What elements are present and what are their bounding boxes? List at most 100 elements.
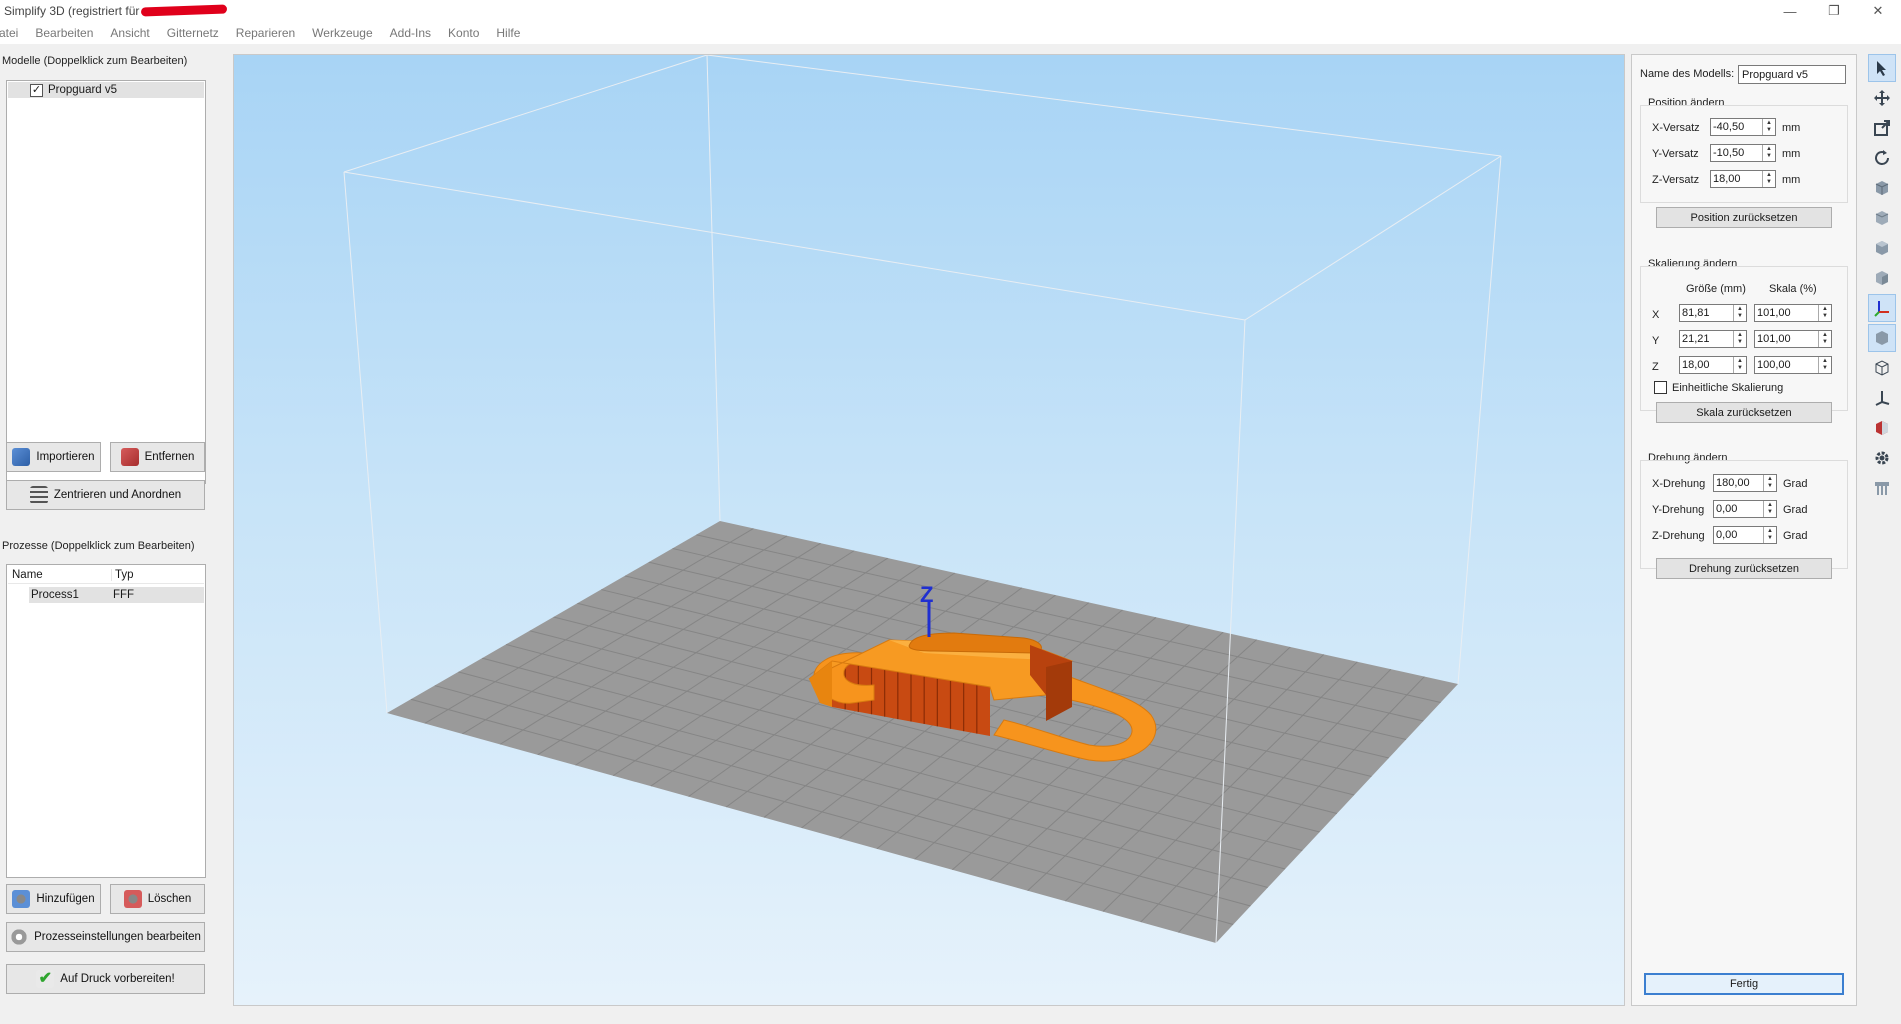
menu-file[interactable]: atei [0, 26, 18, 40]
reset-scale-button[interactable]: Skala zurücksetzen [1656, 402, 1832, 423]
view-front-icon[interactable] [1868, 204, 1896, 232]
done-button[interactable]: Fertig [1644, 973, 1844, 995]
model-visible-checkbox[interactable]: ✓ [30, 84, 43, 97]
y-rotation-spinbox[interactable]: 0,00 ▲ ▼ [1713, 500, 1777, 518]
column-header-name[interactable]: Name [12, 569, 43, 581]
spin-arrows-icon[interactable]: ▲ ▼ [1763, 501, 1776, 517]
axis-single-icon[interactable] [1868, 384, 1896, 412]
checkmark-icon: ✔ [36, 970, 55, 988]
menu-mesh[interactable]: Gitternetz [167, 26, 219, 40]
spin-arrows-icon[interactable]: ▲ ▼ [1818, 305, 1831, 321]
size-x-spinbox[interactable]: 81,81 ▲ ▼ [1679, 304, 1747, 322]
spin-arrows-icon[interactable]: ▲ ▼ [1733, 357, 1746, 373]
left-panel: Modelle (Doppelklick zum Bearbeiten) ✓ P… [0, 50, 218, 1010]
spin-arrows-icon[interactable]: ▲ ▼ [1762, 145, 1775, 161]
scale-y-label: Y [1652, 335, 1660, 347]
column-header-type[interactable]: Typ [111, 568, 134, 581]
z-rotation-value: 0,00 [1716, 529, 1738, 541]
select-tool-icon[interactable] [1868, 54, 1896, 82]
spin-arrows-icon[interactable]: ▲ ▼ [1763, 527, 1776, 543]
spin-arrows-icon[interactable]: ▲ ▼ [1762, 171, 1775, 187]
remove-button-label: Entfernen [144, 451, 195, 463]
scale-z-value: 100,00 [1757, 359, 1791, 371]
arrange-icon [29, 486, 48, 504]
3d-viewport[interactable]: Z [233, 54, 1625, 1006]
processes-group-label: Prozesse (Doppelklick zum Bearbeiten) [2, 540, 195, 552]
menu-view[interactable]: Ansicht [110, 26, 149, 40]
scale-x-label: X [1652, 309, 1660, 321]
uniform-scaling-label: Einheitliche Skalierung [1672, 382, 1784, 394]
y-offset-value: -10,50 [1713, 147, 1745, 159]
menu-help[interactable]: Hilfe [496, 26, 520, 40]
minimize-button[interactable]: — [1768, 0, 1812, 22]
spin-arrows-icon[interactable]: ▲ ▼ [1763, 475, 1776, 491]
spin-arrows-icon[interactable]: ▲ ▼ [1818, 331, 1831, 347]
x-rotation-unit: Grad [1783, 478, 1808, 490]
move-tool-icon[interactable] [1868, 84, 1896, 112]
spin-arrows-icon[interactable]: ▲ ▼ [1762, 119, 1775, 135]
z-rotation-spinbox[interactable]: 0,00 ▲ ▼ [1713, 526, 1777, 544]
delete-process-button[interactable]: Löschen [110, 884, 205, 914]
spin-arrows-icon[interactable]: ▲ ▼ [1818, 357, 1831, 373]
rotate-tool-icon[interactable] [1868, 144, 1896, 172]
models-list[interactable]: ✓ Propguard v5 [6, 80, 206, 484]
y-offset-label: Y-Versatz [1652, 148, 1699, 160]
z-offset-label: Z-Versatz [1652, 174, 1700, 186]
edit-process-settings-button[interactable]: Prozesseinstellungen bearbeiten [6, 922, 205, 952]
edit-process-settings-label: Prozesseinstellungen bearbeiten [34, 931, 201, 943]
view-iso-icon[interactable] [1868, 174, 1896, 202]
center-arrange-button[interactable]: Zentrieren und Anordnen [6, 480, 205, 510]
view-side-icon[interactable] [1868, 264, 1896, 292]
axes-toggle-icon[interactable] [1868, 294, 1896, 322]
scale-x-spinbox[interactable]: 101,00 ▲ ▼ [1754, 304, 1832, 322]
y-offset-spinbox[interactable]: -10,50 ▲ ▼ [1710, 144, 1776, 162]
y-rotation-value: 0,00 [1716, 503, 1738, 515]
models-group-label: Modelle (Doppelklick zum Bearbeiten) [2, 55, 188, 67]
scale-y-spinbox[interactable]: 101,00 ▲ ▼ [1754, 330, 1832, 348]
x-offset-unit: mm [1782, 122, 1801, 134]
maximize-button[interactable]: ❐ [1812, 0, 1856, 22]
close-button[interactable]: ✕ [1856, 0, 1900, 22]
scale-z-spinbox[interactable]: 100,00 ▲ ▼ [1754, 356, 1832, 374]
remove-button[interactable]: Entfernen [110, 442, 205, 472]
view-top-icon[interactable] [1868, 234, 1896, 262]
model-name-field[interactable]: Propguard v5 [1738, 65, 1846, 84]
gears-icon [10, 928, 29, 946]
size-z-spinbox[interactable]: 18,00 ▲ ▼ [1679, 356, 1747, 374]
menu-account[interactable]: Konto [448, 26, 479, 40]
window-title: Simplify 3D (registriert für [4, 4, 140, 18]
x-offset-spinbox[interactable]: -40,50 ▲ ▼ [1710, 118, 1776, 136]
z-offset-value: 18,00 [1713, 173, 1741, 185]
add-process-label: Hinzufügen [36, 893, 95, 905]
list-item[interactable]: ✓ Propguard v5 [8, 82, 204, 98]
reset-rotation-button[interactable]: Drehung zurücksetzen [1656, 558, 1832, 579]
cross-section-icon[interactable] [1868, 414, 1896, 442]
z-offset-spinbox[interactable]: 18,00 ▲ ▼ [1710, 170, 1776, 188]
table-row[interactable]: Process1 FFF [29, 587, 204, 603]
menu-edit[interactable]: Bearbeiten [35, 26, 93, 40]
import-icon [12, 448, 31, 466]
reset-position-button[interactable]: Position zurücksetzen [1656, 207, 1832, 228]
menu-repair[interactable]: Reparieren [236, 26, 295, 40]
size-x-value: 81,81 [1682, 307, 1710, 319]
spin-arrows-icon[interactable]: ▲ ▼ [1733, 331, 1746, 347]
spin-arrows-icon[interactable]: ▲ ▼ [1733, 305, 1746, 321]
menu-tools[interactable]: Werkzeuge [312, 26, 372, 40]
x-rotation-spinbox[interactable]: 180,00 ▲ ▼ [1713, 474, 1777, 492]
process-type-cell: FFF [113, 589, 135, 601]
prepare-to-print-button[interactable]: ✔ Auf Druck vorbereiten! [6, 964, 205, 994]
supports-icon[interactable] [1868, 474, 1896, 502]
view-toolbar [1866, 54, 1898, 534]
settings-gear-icon[interactable] [1868, 444, 1896, 472]
scale-z-label: Z [1652, 361, 1659, 373]
import-button[interactable]: Importieren [6, 442, 101, 472]
size-y-spinbox[interactable]: 21,21 ▲ ▼ [1679, 330, 1747, 348]
menu-addins[interactable]: Add-Ins [390, 26, 431, 40]
uniform-scaling-checkbox[interactable] [1654, 381, 1667, 394]
model-name: Propguard v5 [48, 84, 118, 96]
solid-view-icon[interactable] [1868, 324, 1896, 352]
processes-table[interactable]: Name Typ Process1 FFF [6, 564, 206, 878]
add-process-button[interactable]: Hinzufügen [6, 884, 101, 914]
wireframe-view-icon[interactable] [1868, 354, 1896, 382]
scale-tool-icon[interactable] [1868, 114, 1896, 142]
